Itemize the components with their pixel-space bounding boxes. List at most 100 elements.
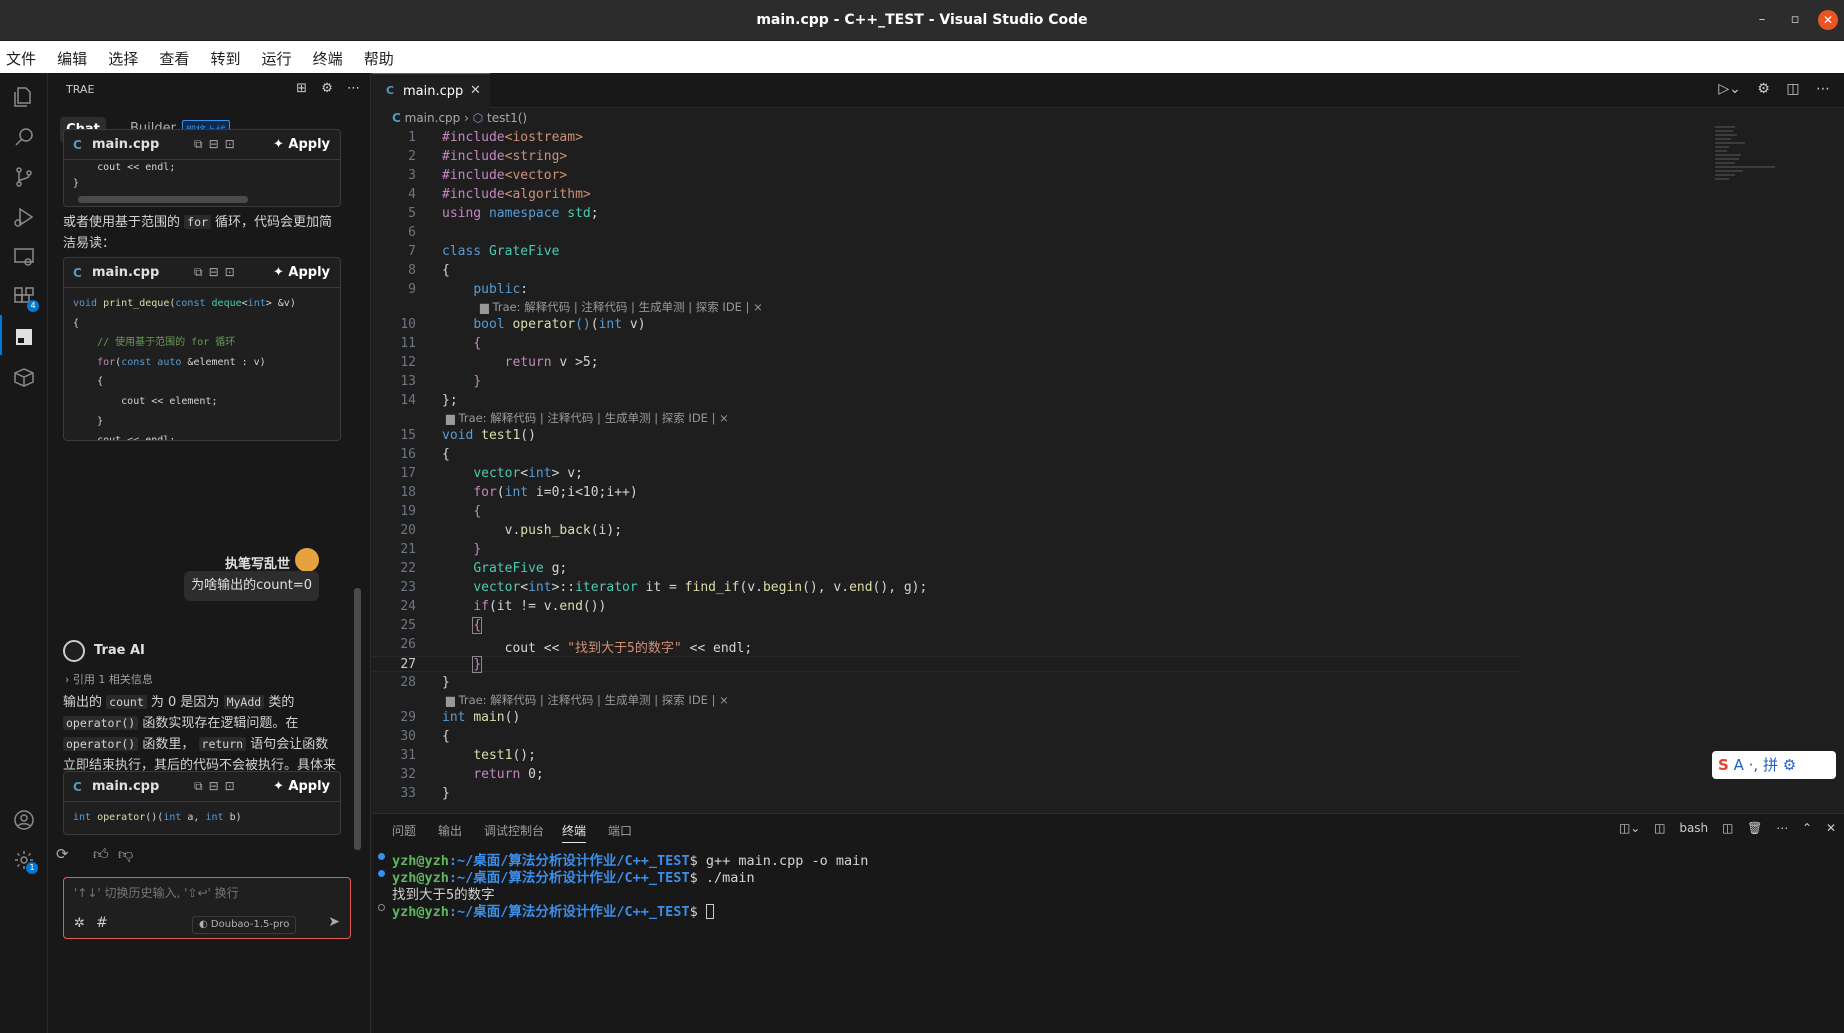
editor-actions: ▷⌄ ⚙ ◫ ⋯ <box>1706 81 1830 97</box>
trae-ai-avatar <box>63 640 85 662</box>
cpp-file-icon: C <box>73 266 82 280</box>
codelens-bar[interactable]: ▆ Trae: 解释代码 | 注释代码 | 生成单测 | 探索 IDE | × <box>446 410 729 426</box>
apply-button[interactable]: ✦ Apply <box>273 137 330 152</box>
terminal-cursor <box>705 904 714 919</box>
package-icon[interactable] <box>12 365 36 389</box>
search-icon[interactable] <box>12 125 36 149</box>
menu-edit[interactable]: 编辑 <box>57 48 87 69</box>
close-window-button[interactable]: ✕ <box>1818 10 1838 30</box>
code-card: C main.cpp ⧉⊟⊡ ✦ Apply cout << endl; } <box>63 129 341 207</box>
run-debug-icon[interactable] <box>12 205 36 229</box>
horizontal-scrollbar[interactable] <box>78 196 248 203</box>
more-icon[interactable]: ⋯ <box>1816 81 1830 97</box>
model-selector[interactable]: ◐ Doubao-1.5-pro <box>192 916 297 934</box>
code-editor[interactable]: 1 #include<iostream> 2 #include<string> 3 #… <box>372 126 1522 810</box>
chat-input-box[interactable]: ✲ # ◐ Doubao-1.5-pro ➤ <box>63 877 351 939</box>
thumbs-up-icon[interactable]: 👍︎ <box>93 845 109 864</box>
apply-button[interactable]: ✦ Apply <box>273 779 330 794</box>
trash-icon[interactable]: 🗑︎ <box>1747 821 1762 835</box>
cpp-file-icon: C <box>386 84 395 97</box>
thumbs-down-icon[interactable]: 👎︎ <box>118 845 133 864</box>
new-terminal-icon[interactable]: ◫⌄ <box>1619 821 1640 835</box>
menu-go[interactable]: 转到 <box>210 48 240 69</box>
chevron-right-icon: › <box>464 111 473 125</box>
reference-toggle[interactable]: › 引用 1 相关信息 <box>65 671 153 687</box>
codelens-bar[interactable]: ▆ Trae: 解释代码 | 注释代码 | 生成单测 | 探索 IDE | × <box>480 299 763 315</box>
hash-icon[interactable]: # <box>96 915 108 931</box>
code-card-actions[interactable]: ⧉⊟⊡ <box>194 137 241 152</box>
menu-file[interactable]: 文件 <box>6 48 36 69</box>
breadcrumb-file[interactable]: main.cpp <box>405 111 461 125</box>
breadcrumb: C main.cpp › ⬡ test1() <box>392 111 527 125</box>
menu-run[interactable]: 运行 <box>262 48 292 69</box>
close-tab-icon[interactable]: ✕ <box>470 83 481 98</box>
code-card-filename: main.cpp <box>92 265 160 280</box>
method-icon: ⬡ <box>472 111 484 125</box>
ai-name: Trae AI <box>94 643 145 658</box>
ime-toolbar[interactable]: S A ·, 拼 ⚙ <box>1712 751 1836 779</box>
breadcrumb-symbol[interactable]: test1() <box>487 111 527 125</box>
send-icon[interactable]: ➤ <box>328 914 340 930</box>
code-card-filename: main.cpp <box>92 779 160 794</box>
panel-toolbar: ◫⌄ ◫ bash ◫ 🗑︎ ⋯ ⌃ ✕ <box>1609 821 1836 835</box>
minimap[interactable] <box>1715 126 1825 226</box>
maximize-panel-icon[interactable]: ⌃ <box>1802 821 1812 835</box>
apply-button[interactable]: ✦ Apply <box>273 265 330 280</box>
code-card: C main.cpp ⧉⊟⊡ ✦ Apply void print_deque(… <box>63 257 341 441</box>
gear-icon[interactable]: ⚙ <box>1757 81 1770 97</box>
tab-main-cpp[interactable]: C main.cpp ✕ <box>372 73 490 108</box>
editor-tab-bar: C main.cpp ✕ ▷⌄ ⚙ ◫ ⋯ <box>372 73 1844 108</box>
trae-sidebar: TRAE ⊞ ⚙ ⋯ Chat Builder 即将上线 C main.cpp … <box>48 73 371 1033</box>
tab-terminal[interactable]: 终端 <box>562 822 587 843</box>
trae-icon[interactable] <box>12 325 36 349</box>
menu-terminal[interactable]: 终端 <box>313 48 343 69</box>
tab-debug-console[interactable]: 调试控制台 <box>484 822 544 839</box>
close-panel-icon[interactable]: ✕ <box>1826 821 1836 835</box>
tab-ports[interactable]: 端口 <box>608 822 632 839</box>
sidebar-scrollbar[interactable] <box>354 588 361 850</box>
chat-input[interactable] <box>74 886 334 900</box>
sidebar-toolbar: ⊞ ⚙ ⋯ <box>286 81 360 96</box>
tab-output[interactable]: 输出 <box>438 822 462 839</box>
split-editor-icon[interactable]: ◫ <box>1786 81 1799 97</box>
menu-selection[interactable]: 选择 <box>108 48 138 69</box>
new-chat-icon[interactable]: ⊞ <box>296 81 307 96</box>
files-icon[interactable] <box>12 85 36 109</box>
tab-problems[interactable]: 问题 <box>392 822 416 839</box>
code-card-filename: main.cpp <box>92 137 160 152</box>
settings-icon[interactable]: 1 <box>12 848 38 874</box>
more-icon[interactable]: ⋯ <box>347 81 360 96</box>
sparkle-icon[interactable]: ✲ <box>74 916 85 931</box>
gear-icon[interactable]: ⚙ <box>321 81 333 96</box>
settings-badge: 1 <box>26 862 38 874</box>
maximize-button[interactable]: ▫ <box>1785 10 1805 30</box>
sogou-icon: S <box>1718 756 1729 774</box>
account-icon[interactable] <box>12 808 36 832</box>
split-terminal-icon[interactable]: ◫ <box>1722 821 1733 835</box>
source-control-icon[interactable] <box>12 165 36 189</box>
code-card-actions[interactable]: ⧉⊟⊡ <box>194 779 241 794</box>
run-icon[interactable]: ▷⌄ <box>1718 81 1741 97</box>
window-title: main.cpp - C++_TEST - Visual Studio Code <box>756 12 1088 28</box>
code-card-actions[interactable]: ⧉⊟⊡ <box>194 265 241 280</box>
minimize-button[interactable]: – <box>1752 10 1772 30</box>
codelens-bar[interactable]: ▆ Trae: 解释代码 | 注释代码 | 生成单测 | 探索 IDE | × <box>446 692 729 708</box>
code-card: C main.cpp ⧉⊟⊡ ✦ Apply int operator()(in… <box>63 771 341 835</box>
more-icon[interactable]: ⋯ <box>1776 821 1788 835</box>
regenerate-icon[interactable]: ⟳ <box>56 845 69 863</box>
user-name: 执笔写乱世 <box>224 557 290 572</box>
extensions-icon[interactable]: 4 <box>12 285 39 312</box>
menu-bar: 文件 编辑 选择 查看 转到 运行 终端 帮助 <box>0 41 1844 73</box>
remote-explorer-icon[interactable] <box>12 245 36 269</box>
activity-bar: 4 1 <box>0 73 48 1033</box>
menu-view[interactable]: 查看 <box>159 48 189 69</box>
extensions-badge: 4 <box>27 300 39 312</box>
sidebar-title: TRAE <box>66 83 95 96</box>
terminal-shell-label[interactable]: ◫ bash <box>1654 821 1708 835</box>
cpp-file-icon: C <box>392 111 401 125</box>
user-avatar <box>295 548 319 572</box>
cpp-file-icon: C <box>73 780 82 794</box>
active-indicator <box>0 315 2 355</box>
menu-help[interactable]: 帮助 <box>364 48 394 69</box>
terminal[interactable]: yzh@yzh:~/桌面/算法分析设计作业/C++_TEST$ g++ main… <box>372 849 1772 920</box>
